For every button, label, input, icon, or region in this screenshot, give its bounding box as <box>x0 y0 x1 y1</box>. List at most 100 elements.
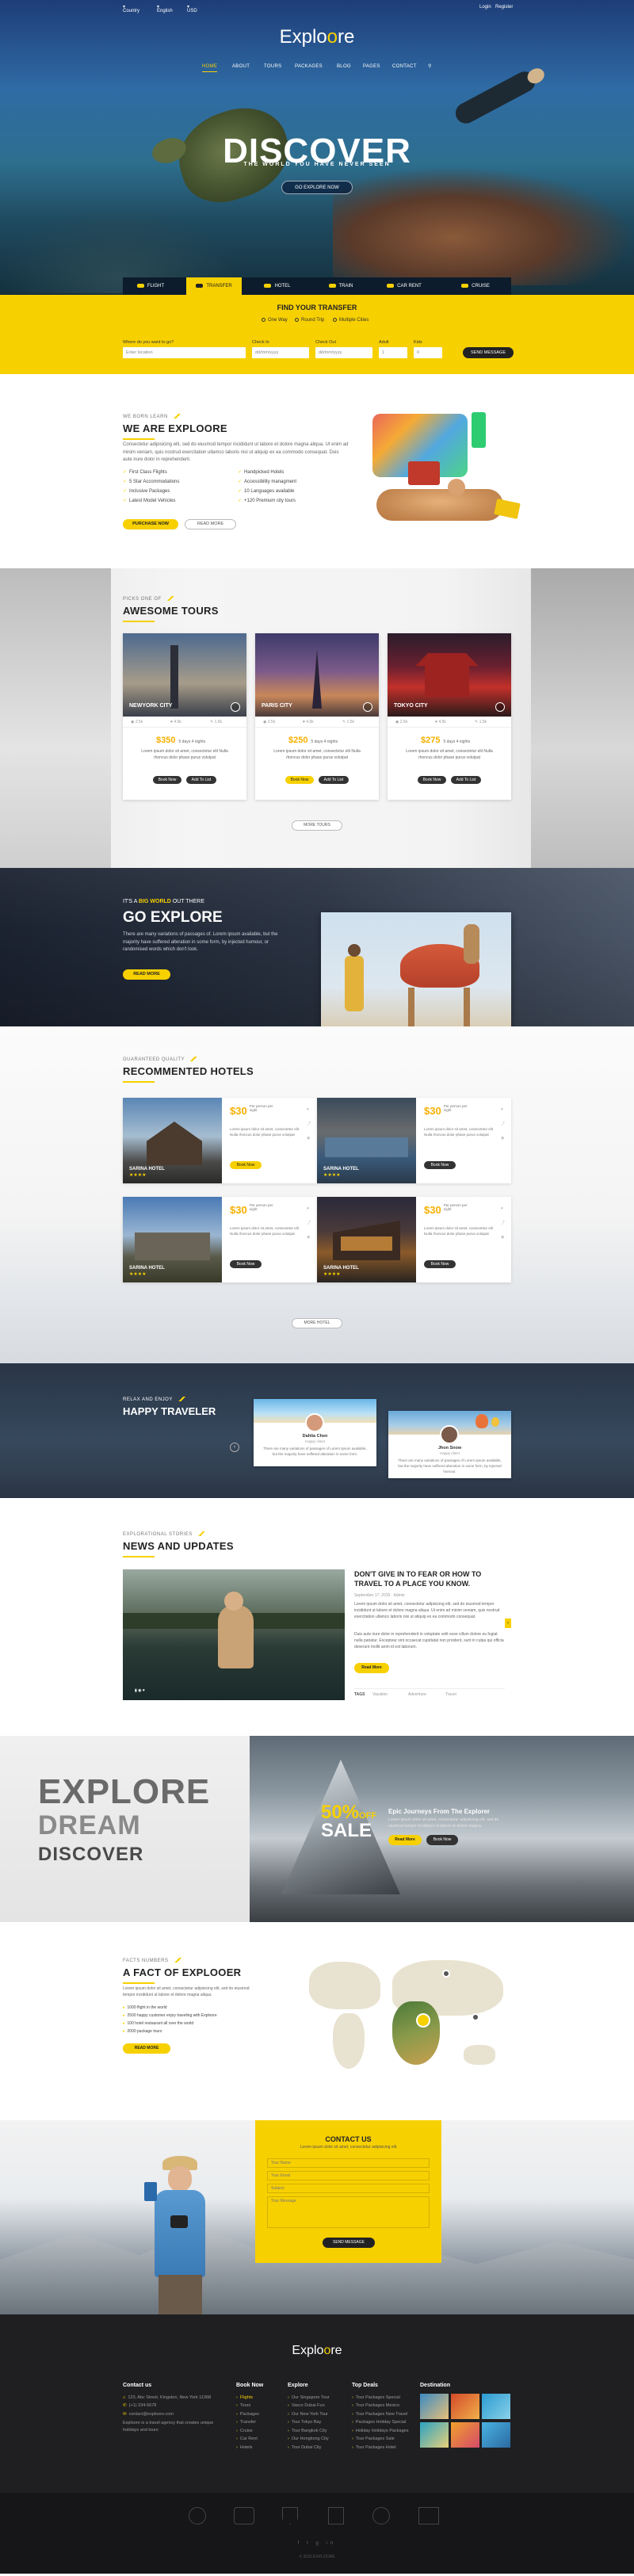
nav-about[interactable]: ABOUT <box>232 63 250 70</box>
footer-link[interactable]: › Packages Holiday Special <box>352 2418 409 2426</box>
heart-icon[interactable]: ♥ <box>501 1107 503 1113</box>
message-textarea[interactable]: Your Message <box>267 2196 430 2228</box>
destination-thumb[interactable] <box>451 2422 479 2448</box>
tour-image[interactable]: TOKYO CITY <box>388 633 511 717</box>
footer-link[interactable]: › Cruise <box>236 2427 259 2435</box>
footer-link[interactable]: › Tour Dubai City <box>288 2444 330 2452</box>
send-message-button[interactable]: SEND MESSAGE <box>463 347 514 358</box>
login-link[interactable]: Login <box>479 4 491 10</box>
promo-book-now-button[interactable]: Book Now <box>426 1835 458 1845</box>
footer-link[interactable]: › Transfer <box>236 2418 259 2426</box>
footer-link[interactable]: › Tours <box>236 2402 259 2410</box>
destination-thumb[interactable] <box>420 2422 449 2448</box>
footer-link[interactable]: › Tour Packages Hotel <box>352 2444 409 2452</box>
footer-link[interactable]: › Tour Packages Mexico <box>352 2402 409 2410</box>
hotel-image[interactable]: SARINA HOTEL ★★★★ <box>317 1098 416 1183</box>
hotel-book-button[interactable]: Book Now <box>424 1161 456 1169</box>
share-icon[interactable]: ⤴ <box>307 1221 311 1226</box>
more-tours-button[interactable]: MORE TOURS <box>292 820 342 831</box>
map-pin-icon[interactable] <box>416 2013 430 2028</box>
read-more-button[interactable]: READ MORE <box>185 519 236 529</box>
share-icon[interactable]: ⤴ <box>307 1122 311 1127</box>
radio-round-trip[interactable]: Round Trip <box>295 317 324 323</box>
hotel-book-button[interactable]: Book Now <box>424 1260 456 1268</box>
tag-link[interactable]: Adventure <box>408 1692 426 1698</box>
footer-link[interactable]: › Tour Bangkok City <box>288 2427 330 2435</box>
footer-link[interactable]: › Holiday Holidays Packages <box>352 2427 409 2435</box>
fact-read-more-button[interactable]: READ MORE <box>123 2043 170 2054</box>
tag-link[interactable]: Travel <box>445 1692 456 1698</box>
book-now-button[interactable]: Book Now <box>153 776 181 784</box>
news-image[interactable]: ▮ ◉ ♥ <box>123 1569 345 1700</box>
footer-link[interactable]: › Tour Tokyo Bay <box>288 2418 330 2426</box>
nav-blog[interactable]: BLOG <box>337 63 351 70</box>
email-line[interactable]: ✉ contact@exploore.com <box>123 2410 226 2418</box>
book-now-button[interactable]: Book Now <box>285 776 314 784</box>
next-arrow-icon[interactable]: › <box>505 1619 511 1628</box>
kids-select[interactable]: 0 <box>414 347 442 358</box>
destination-thumb[interactable] <box>482 2422 510 2448</box>
link-icon[interactable] <box>231 702 240 712</box>
tab-car-rent[interactable]: CAR RENT <box>376 277 432 295</box>
add-to-list-button[interactable]: Add To List <box>319 776 349 784</box>
eye-icon[interactable]: ◉ <box>501 1136 504 1141</box>
tag-link[interactable]: Vacation <box>372 1692 388 1698</box>
go-explore-button[interactable]: GO EXPLORE NOW <box>281 181 353 194</box>
check-out-input[interactable]: dd/mm/yyyy <box>315 347 372 358</box>
hotel-image[interactable]: SARINA HOTEL ★★★★ <box>123 1098 222 1183</box>
destination-thumb[interactable] <box>420 2394 449 2419</box>
destination-thumb[interactable] <box>482 2394 510 2419</box>
nav-tours[interactable]: TOURS <box>264 63 281 70</box>
heart-icon[interactable]: ♥ <box>307 1206 309 1212</box>
eye-icon[interactable]: ◉ <box>307 1136 310 1141</box>
adult-select[interactable]: 1 <box>379 347 407 358</box>
heart-icon[interactable]: ♥ <box>307 1107 309 1113</box>
map-pin-icon[interactable] <box>442 1970 450 1978</box>
prev-arrow-icon[interactable]: ‹ <box>230 1443 239 1452</box>
subject-input[interactable]: Subject <box>267 2184 430 2193</box>
contact-send-button[interactable]: SEND MESSAGE <box>323 2238 375 2248</box>
map-pin-icon[interactable] <box>472 2013 479 2021</box>
eye-icon[interactable]: ◉ <box>307 1235 310 1240</box>
search-icon[interactable]: ⚲ <box>428 63 432 70</box>
footer-link[interactable]: › Packages <box>236 2410 259 2418</box>
tour-image[interactable]: PARIS CITY <box>255 633 379 717</box>
link-icon[interactable] <box>495 702 505 712</box>
book-now-button[interactable]: Book Now <box>418 776 446 784</box>
footer-link[interactable]: › Tour Packages New Travel <box>352 2410 409 2418</box>
tab-hotel[interactable]: HOTEL <box>250 277 305 295</box>
heart-icon[interactable]: ♥ <box>501 1206 503 1212</box>
tour-image[interactable]: NEWYORK CITY <box>123 633 246 717</box>
nav-packages[interactable]: PACKAGES <box>295 63 323 70</box>
footer-link[interactable]: › Vasco Dubai Fun <box>288 2402 330 2410</box>
link-icon[interactable] <box>363 702 372 712</box>
currency-select[interactable]: USD ▾ <box>187 4 197 13</box>
country-select[interactable]: Country ▾ <box>123 4 139 13</box>
news-headline[interactable]: DON'T GIVE IN TO FEAR OR HOW TO TRAVEL T… <box>354 1569 505 1588</box>
more-hotel-button[interactable]: MORE HOTEL <box>292 1318 342 1328</box>
nav-pages[interactable]: PAGES <box>363 63 380 70</box>
share-icon[interactable]: ⤴ <box>501 1122 505 1127</box>
footer-link[interactable]: › Our Singapore Tour <box>288 2394 330 2402</box>
eye-icon[interactable]: ◉ <box>501 1235 504 1240</box>
tab-flight[interactable]: FLIGHT <box>123 277 178 295</box>
footer-link[interactable]: › Flights <box>236 2394 259 2402</box>
footer-link[interactable]: › Our New York Tour <box>288 2410 330 2418</box>
news-read-more-button[interactable]: Read More <box>354 1663 389 1673</box>
footer-link[interactable]: › Our Hongkong City <box>288 2435 330 2443</box>
promo-read-more-button[interactable]: Read More <box>388 1835 422 1845</box>
nav-home[interactable]: HOME <box>202 63 218 73</box>
radio-one-way[interactable]: One Way <box>262 317 288 323</box>
hotel-image[interactable]: SARINA HOTEL ★★★★ <box>123 1197 222 1282</box>
tab-train[interactable]: TRAIN <box>313 277 369 295</box>
goex-read-more-button[interactable]: READ MORE <box>123 969 170 980</box>
destination-thumb[interactable] <box>451 2394 479 2419</box>
name-input[interactable]: Your Name <box>267 2158 430 2168</box>
hotel-book-button[interactable]: Book Now <box>230 1260 262 1268</box>
language-select[interactable]: English ▾ <box>157 4 173 13</box>
destination-input[interactable]: Enter location <box>123 347 246 358</box>
social-icons[interactable]: f t g in <box>293 2540 341 2547</box>
footer-link[interactable]: › Tour Packages Special <box>352 2394 409 2402</box>
footer-link[interactable]: › Car Rent <box>236 2435 259 2443</box>
radio-multiple-cities[interactable]: Multiple Cities <box>333 317 369 323</box>
